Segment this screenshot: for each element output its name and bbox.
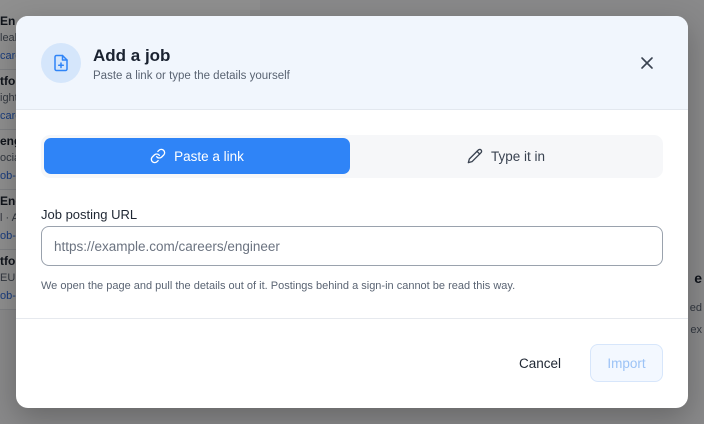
input-mode-tabs: Paste a link Type it in [41,135,663,178]
background-right-line: ex [690,324,702,336]
background-top-strip [0,0,260,10]
background-card-subtitle: leal [0,32,18,44]
close-icon [641,57,653,69]
background-card-subtitle: EU [0,272,16,284]
background-card-title: tfo [0,74,16,88]
tab-paste-link[interactable]: Paste a link [44,138,350,174]
add-job-dialog: Add a job Paste a link or type the detai… [16,16,688,408]
tab-paste-link-label: Paste a link [174,148,244,164]
dialog-subtitle: Paste a link or type the details yoursel… [93,70,290,82]
import-button[interactable]: Import [590,344,663,382]
tab-type-it-in-label: Type it in [490,148,546,164]
dialog-header: Add a job Paste a link or type the detai… [16,16,688,110]
background-right-line: ed [689,302,702,314]
tab-type-it-in[interactable]: Type it in [353,138,659,174]
background-card-link: ob- [0,230,16,242]
background-card-title: tfo [0,254,16,268]
url-help-text: We open the page and pull the details ou… [41,280,516,292]
link-icon [150,148,166,164]
file-plus-icon [41,43,81,83]
background-card-title: En [0,14,16,28]
background-right-title: e [694,270,702,286]
url-field-label: Job posting URL [41,207,138,222]
close-button[interactable] [634,50,660,76]
footer-divider [16,318,688,319]
cancel-button[interactable]: Cancel [504,348,576,378]
background-card-link: ob- [0,170,16,182]
background-card-link: ob- [0,290,16,302]
pencil-icon [467,148,483,164]
dialog-title: Add a job [93,46,171,65]
job-url-input[interactable] [41,226,663,266]
